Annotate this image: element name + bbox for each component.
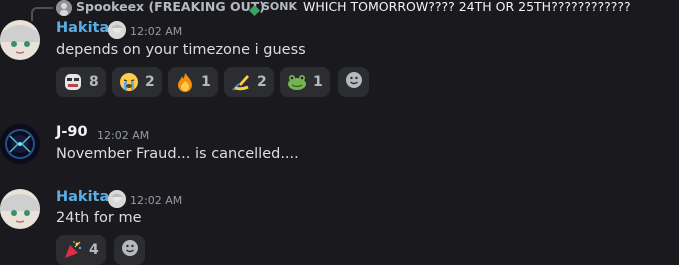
avatar[interactable]	[0, 124, 40, 164]
reaction-frog[interactable]: 1	[280, 67, 330, 97]
role-icon	[108, 190, 126, 208]
author-name[interactable]: J-90	[56, 124, 88, 140]
reaction-count: 2	[145, 74, 155, 90]
message-text: depends on your timezone i guess	[56, 42, 306, 58]
smile-icon	[121, 239, 139, 261]
reaction-crying-face[interactable]: 2	[112, 67, 162, 97]
timestamp[interactable]: 12:02 AM	[130, 194, 182, 207]
crying-face-icon	[119, 72, 139, 92]
timestamp[interactable]: 12:02 AM	[130, 25, 182, 38]
avatar[interactable]	[0, 20, 40, 60]
message-text: 24th for me	[56, 210, 142, 226]
reply-author-name[interactable]: Spookeex (FREAKING OUT)	[76, 0, 265, 14]
role-icon	[108, 21, 126, 39]
reaction-count: 1	[313, 74, 323, 90]
frog-icon	[287, 72, 307, 92]
reaction-count: 4	[89, 242, 99, 258]
party-popper-icon	[63, 240, 83, 260]
reaction-count: 1	[201, 74, 211, 90]
fire-icon	[175, 72, 195, 92]
avatar[interactable]	[0, 189, 40, 229]
author-name[interactable]: Hakita	[56, 20, 109, 36]
mask-face-icon	[63, 72, 83, 92]
reaction-fire[interactable]: 1	[168, 67, 218, 97]
add-reaction-button[interactable]	[338, 67, 369, 97]
server-tag-icon	[249, 1, 260, 16]
reaction-count: 8	[89, 74, 99, 90]
smile-icon	[345, 71, 363, 93]
reaction-mask-face[interactable]: 8	[56, 67, 106, 97]
reaction-writing-hand[interactable]: 2	[224, 67, 274, 97]
timestamp[interactable]: 12:02 AM	[97, 129, 149, 142]
message-text: November Fraud... is cancelled....	[56, 146, 299, 162]
add-reaction-button[interactable]	[114, 235, 145, 265]
reply-message-preview[interactable]: WHICH TOMORROW???? 24TH OR 25TH?????????…	[303, 0, 631, 14]
server-tag: SONK	[262, 0, 298, 13]
reaction-party-popper[interactable]: 4	[56, 235, 106, 265]
reaction-count: 2	[257, 74, 267, 90]
reply-avatar[interactable]	[56, 0, 72, 16]
reply-connector	[31, 7, 53, 21]
writing-hand-icon	[231, 72, 251, 92]
author-name[interactable]: Hakita	[56, 189, 109, 205]
